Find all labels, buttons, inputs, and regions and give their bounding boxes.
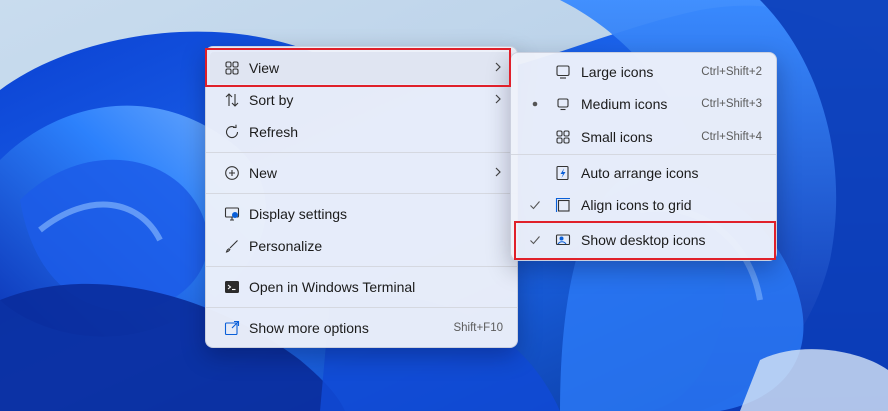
shortcut-text: Ctrl+Shift+3 <box>701 98 762 110</box>
menu-item-label: Open in Windows Terminal <box>249 279 416 295</box>
menu-item-label: View <box>249 60 280 76</box>
menu-item-label: Display settings <box>249 206 348 222</box>
chevron-right-icon <box>495 94 501 104</box>
menu-item-label: New <box>249 165 278 181</box>
submenu-item-show-desktop-icons[interactable]: Show desktop icons <box>515 224 772 256</box>
grid-four-icon <box>556 130 570 144</box>
sort-arrows-icon <box>225 93 239 107</box>
auto-arrange-icon <box>556 165 569 181</box>
menu-item-label: Large icons <box>581 64 654 80</box>
shortcut-text: Ctrl+Shift+4 <box>701 131 762 143</box>
submenu-item-align-to-grid[interactable]: Align icons to grid <box>515 189 772 221</box>
monitor-medium-icon <box>557 98 569 111</box>
plus-circle-icon <box>225 166 239 180</box>
display-icon <box>224 207 240 221</box>
chevron-right-icon <box>495 167 501 177</box>
submenu-item-large-icons[interactable]: Large icons Ctrl+Shift+2 <box>515 56 772 88</box>
grid-four-icon <box>225 61 239 75</box>
view-submenu: Large icons Ctrl+Shift+2 Medium icons Ct… <box>510 52 777 261</box>
menu-separator <box>206 152 517 153</box>
show-desktop-icon <box>555 234 571 246</box>
menu-item-sort-by[interactable]: Sort by <box>210 84 513 116</box>
checkmark-icon <box>530 236 540 245</box>
menu-separator <box>206 193 517 194</box>
menu-item-show-more-options[interactable]: Show more options Shift+F10 <box>210 312 513 344</box>
menu-item-label: Small icons <box>581 129 653 145</box>
submenu-item-medium-icons[interactable]: Medium icons Ctrl+Shift+3 <box>515 88 772 120</box>
menu-item-label: Show more options <box>249 320 369 336</box>
menu-item-display-settings[interactable]: Display settings <box>210 198 513 230</box>
brush-icon <box>225 240 238 253</box>
align-grid-icon <box>555 197 570 212</box>
menu-item-label: Align icons to grid <box>581 197 692 213</box>
menu-item-label: Auto arrange icons <box>581 165 699 181</box>
menu-item-refresh[interactable]: Refresh <box>210 116 513 148</box>
shortcut-text: Ctrl+Shift+2 <box>701 66 762 78</box>
chevron-right-icon <box>495 62 501 72</box>
monitor-large-icon <box>556 65 570 79</box>
submenu-item-small-icons[interactable]: Small icons Ctrl+Shift+4 <box>515 121 772 153</box>
menu-item-personalize[interactable]: Personalize <box>210 230 513 262</box>
menu-item-open-terminal[interactable]: Open in Windows Terminal <box>210 271 513 303</box>
menu-item-label: Sort by <box>249 92 294 108</box>
terminal-icon <box>225 281 239 293</box>
submenu-item-auto-arrange[interactable]: Auto arrange icons <box>515 157 772 189</box>
open-external-icon <box>224 320 240 336</box>
menu-item-label: Show desktop icons <box>581 232 706 248</box>
selected-dot-icon <box>532 101 538 107</box>
desktop-context-menu: View Sort by Refresh New Display setting… <box>205 46 518 348</box>
menu-item-label: Refresh <box>249 124 299 140</box>
menu-separator <box>206 307 517 308</box>
refresh-icon <box>225 124 239 139</box>
menu-separator <box>511 154 776 155</box>
menu-separator <box>206 266 517 267</box>
menu-item-label: Medium icons <box>581 96 668 112</box>
shortcut-text: Shift+F10 <box>453 322 503 334</box>
menu-item-new[interactable]: New <box>210 157 513 189</box>
checkmark-icon <box>530 201 540 210</box>
menu-item-label: Personalize <box>249 238 323 254</box>
menu-item-view[interactable]: View <box>210 52 513 84</box>
